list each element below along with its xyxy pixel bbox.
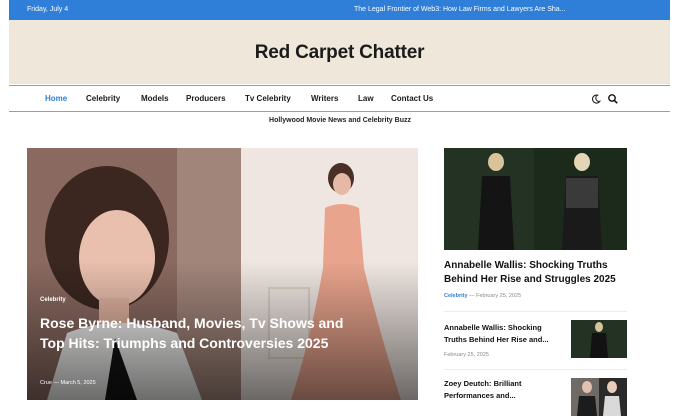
hero-meta: Crue — March 5, 2025 (40, 380, 96, 386)
list-item-date: February 25, 2025 (444, 352, 489, 358)
divider (444, 311, 627, 312)
nav-item-home[interactable]: Home (45, 94, 67, 103)
site-header: Red Carpet Chatter (9, 20, 670, 84)
nav-item-law[interactable]: Law (358, 94, 374, 103)
featured-category[interactable]: Celebrity (444, 293, 468, 299)
moon-icon[interactable] (590, 92, 602, 104)
hero-date: March 5, 2025 (60, 380, 96, 386)
site-logo[interactable]: Red Carpet Chatter (9, 42, 670, 64)
hero-category[interactable]: Celebrity (40, 297, 66, 303)
hero-title[interactable]: Rose Byrne: Husband, Movies, Tv Shows an… (40, 313, 350, 353)
nav-item-writers[interactable]: Writers (311, 94, 338, 103)
nav-item-celebrity[interactable]: Celebrity (86, 94, 120, 103)
hero-author[interactable]: Crue (40, 380, 52, 386)
hero-article[interactable]: Celebrity Rose Byrne: Husband, Movies, T… (27, 148, 418, 400)
nav-item-models[interactable]: Models (141, 94, 169, 103)
nav-item-contact-us[interactable]: Contact Us (391, 94, 433, 103)
list-item[interactable]: Annabelle Wallis: Shocking Truths Behind… (444, 320, 627, 362)
featured-image[interactable] (444, 148, 627, 250)
site-tagline: Hollywood Movie News and Celebrity Buzz (269, 117, 411, 124)
divider (444, 369, 627, 370)
list-item-thumbnail[interactable] (571, 320, 627, 358)
top-bar: Friday, July 4 The Legal Frontier of Web… (9, 0, 670, 20)
featured-meta: Celebrity — February 25, 2025 (444, 293, 521, 299)
featured-date: February 25, 2025 (476, 293, 522, 299)
nav-item-producers[interactable]: Producers (186, 94, 226, 103)
search-icon[interactable] (607, 92, 619, 104)
featured-title[interactable]: Annabelle Wallis: Shocking Truths Behind… (444, 259, 634, 287)
current-date: Friday, July 4 (27, 6, 69, 13)
list-item-title[interactable]: Annabelle Wallis: Shocking Truths Behind… (444, 322, 562, 346)
list-item-thumbnail[interactable] (571, 378, 627, 416)
list-item-title[interactable]: Zoey Deutch: Brilliant Performances and.… (444, 378, 562, 402)
news-ticker-link[interactable]: The Legal Frontier of Web3: How Law Firm… (354, 6, 566, 13)
nav-item-tv-celebrity[interactable]: Tv Celebrity (245, 94, 291, 103)
list-item[interactable]: Zoey Deutch: Brilliant Performances and.… (444, 378, 627, 416)
main-nav: Home Celebrity Models Producers Tv Celeb… (9, 85, 670, 112)
